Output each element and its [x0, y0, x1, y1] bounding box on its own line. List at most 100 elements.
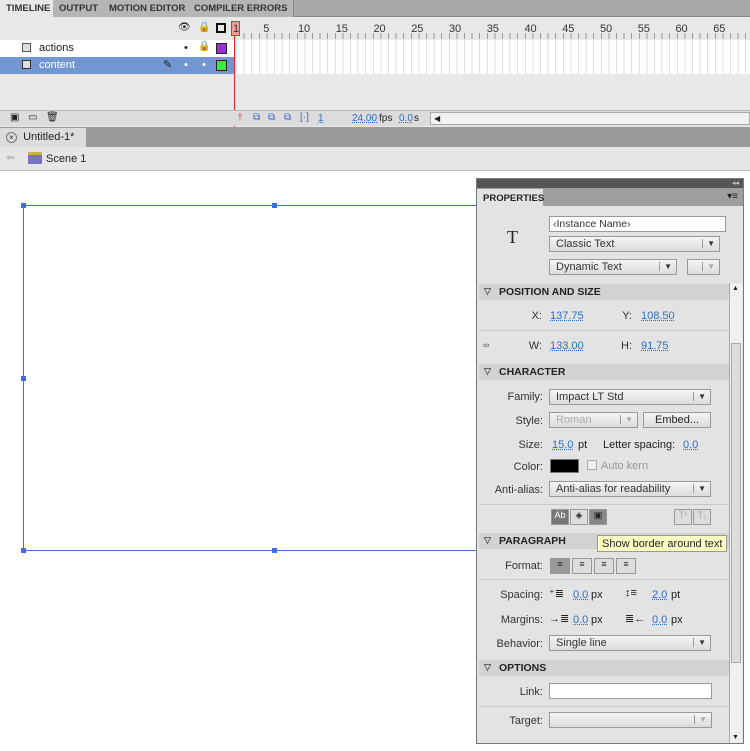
edit-bar: ⬅ Scene 1: [0, 147, 750, 171]
outline-color-swatch[interactable]: [216, 60, 227, 71]
embed-button[interactable]: Embed...: [643, 412, 711, 428]
w-value[interactable]: 133.00: [550, 340, 584, 352]
modify-markers-icon[interactable]: [·]: [300, 112, 309, 123]
align-center-icon[interactable]: ≡: [572, 558, 592, 574]
text-engine-select[interactable]: Classic Text: [549, 236, 720, 252]
onion-outline-icon[interactable]: ⧉: [268, 112, 275, 123]
lock-dot[interactable]: •: [202, 59, 206, 71]
center-frame-icon[interactable]: ⫯: [238, 112, 242, 123]
link-input[interactable]: [549, 683, 712, 699]
outline-color-swatch[interactable]: [216, 43, 227, 54]
layer-name: content: [39, 59, 76, 71]
tab-motion-editor[interactable]: MOTION EDITOR: [103, 0, 193, 17]
render-html-icon[interactable]: ◈: [570, 509, 588, 525]
pencil-icon: ✎: [163, 59, 173, 71]
x-value[interactable]: 137.75: [550, 310, 584, 322]
line-spacing-icon: ↕≡: [625, 587, 637, 599]
justify-icon[interactable]: ≡: [616, 558, 636, 574]
behavior-select[interactable]: Single line: [549, 635, 711, 651]
left-margin-value[interactable]: 0.0: [573, 614, 588, 626]
new-folder-icon[interactable]: ▭: [28, 112, 37, 123]
line-spacing-value[interactable]: 2.0: [652, 589, 667, 601]
lock-icon[interactable]: 🔒: [198, 22, 210, 33]
panel-menu-icon[interactable]: ▾≡: [727, 191, 738, 202]
style-label: Style:: [515, 415, 543, 427]
section-options[interactable]: OPTIONS: [479, 660, 729, 676]
lock-icon[interactable]: 🔒: [198, 41, 210, 52]
visible-dot[interactable]: •: [184, 42, 188, 54]
frames-actions[interactable]: [237, 40, 750, 57]
indent-icon: ⁺≣: [549, 588, 565, 600]
font-size-value[interactable]: 15.0: [552, 439, 573, 451]
selectable-icon[interactable]: Ab: [551, 509, 569, 525]
link-constrain-icon[interactable]: ∞: [483, 340, 489, 350]
document-tab[interactable]: × Untitled-1*: [0, 128, 86, 147]
y-value[interactable]: 108.50: [641, 310, 675, 322]
tab-compiler-errors[interactable]: COMPILER ERRORS: [188, 0, 295, 17]
scene-name[interactable]: Scene 1: [46, 153, 86, 165]
visible-dot[interactable]: •: [184, 59, 188, 71]
new-layer-icon[interactable]: ▣: [10, 112, 19, 123]
right-margin-icon: ≣←: [625, 613, 646, 625]
spacing-label: Spacing:: [500, 589, 543, 601]
onion-skin-icon[interactable]: ⧉: [253, 112, 260, 123]
right-margin-unit: px: [671, 614, 683, 626]
outline-icon[interactable]: [216, 23, 226, 33]
right-margin-value[interactable]: 0.0: [652, 614, 667, 626]
orientation-select[interactable]: [687, 259, 720, 275]
anti-alias-label: Anti-alias:: [494, 484, 543, 496]
timeline-hscrollbar[interactable]: ◀: [430, 112, 750, 125]
back-arrow-icon[interactable]: ⬅: [6, 151, 15, 164]
close-icon[interactable]: ×: [6, 132, 17, 143]
font-family-select[interactable]: Impact LT Std: [549, 389, 711, 405]
elapsed-time[interactable]: 0.0: [399, 113, 413, 124]
frames-content[interactable]: [237, 57, 750, 74]
superscript-icon[interactable]: T¹: [674, 509, 692, 525]
margins-label: Margins:: [500, 614, 543, 626]
frame-rate[interactable]: 24.00: [352, 113, 377, 124]
align-right-icon[interactable]: ≡: [594, 558, 614, 574]
text-tool-icon: T: [507, 227, 518, 247]
panel-vscrollbar[interactable]: ▲ ▼: [729, 283, 742, 743]
scene-icon: [28, 152, 42, 164]
panel-titlebar[interactable]: ◂◂: [477, 179, 743, 188]
x-label: X:: [531, 310, 542, 322]
indent-value[interactable]: 0.0: [573, 589, 588, 601]
layer-actions[interactable]: actions • 🔒: [0, 40, 234, 57]
edit-multiple-icon[interactable]: ⧉: [284, 112, 291, 123]
font-style-select[interactable]: Roman: [549, 412, 638, 428]
target-select[interactable]: [549, 712, 712, 728]
section-position-and-size[interactable]: POSITION AND SIZE: [479, 284, 729, 300]
text-field-bounding-box[interactable]: [21, 203, 493, 553]
eye-icon[interactable]: 👁: [178, 22, 191, 33]
auto-kern-checkbox[interactable]: [587, 460, 597, 470]
auto-kern-label: Auto kern: [601, 460, 649, 472]
layer-content[interactable]: content ✎ • •: [0, 57, 234, 74]
show-border-icon[interactable]: ▣: [589, 509, 607, 525]
trash-icon[interactable]: 🗑: [46, 112, 59, 123]
tab-properties[interactable]: PROPERTIES: [477, 189, 544, 207]
fps-unit: fps: [379, 113, 393, 124]
tab-timeline[interactable]: TIMELINE: [0, 0, 58, 18]
letter-spacing-value[interactable]: 0.0: [683, 439, 698, 451]
h-value[interactable]: 91.75: [641, 340, 669, 352]
y-label: Y:: [622, 310, 632, 322]
text-color-swatch[interactable]: [550, 459, 579, 473]
text-type-select[interactable]: Dynamic Text: [549, 259, 677, 275]
section-character[interactable]: CHARACTER: [479, 364, 729, 380]
current-frame[interactable]: 1: [318, 113, 324, 124]
anti-alias-select[interactable]: Anti-alias for readability: [549, 481, 711, 497]
align-left-icon[interactable]: ≡: [550, 558, 570, 574]
instance-name-input[interactable]: ‹Instance Name›: [549, 216, 726, 232]
format-label: Format:: [505, 560, 543, 572]
color-label: Color:: [513, 461, 543, 473]
time-unit: s: [414, 113, 419, 124]
tooltip: Show border around text: [597, 535, 728, 552]
indent-unit: px: [591, 589, 603, 601]
document-tab-bar: × Untitled-1*: [0, 127, 750, 147]
tab-output[interactable]: OUTPUT: [53, 0, 106, 17]
layer-icon: [22, 60, 31, 69]
left-margin-icon: →≣: [549, 613, 570, 625]
subscript-icon[interactable]: T₁: [693, 509, 711, 525]
link-label: Link:: [519, 686, 543, 698]
